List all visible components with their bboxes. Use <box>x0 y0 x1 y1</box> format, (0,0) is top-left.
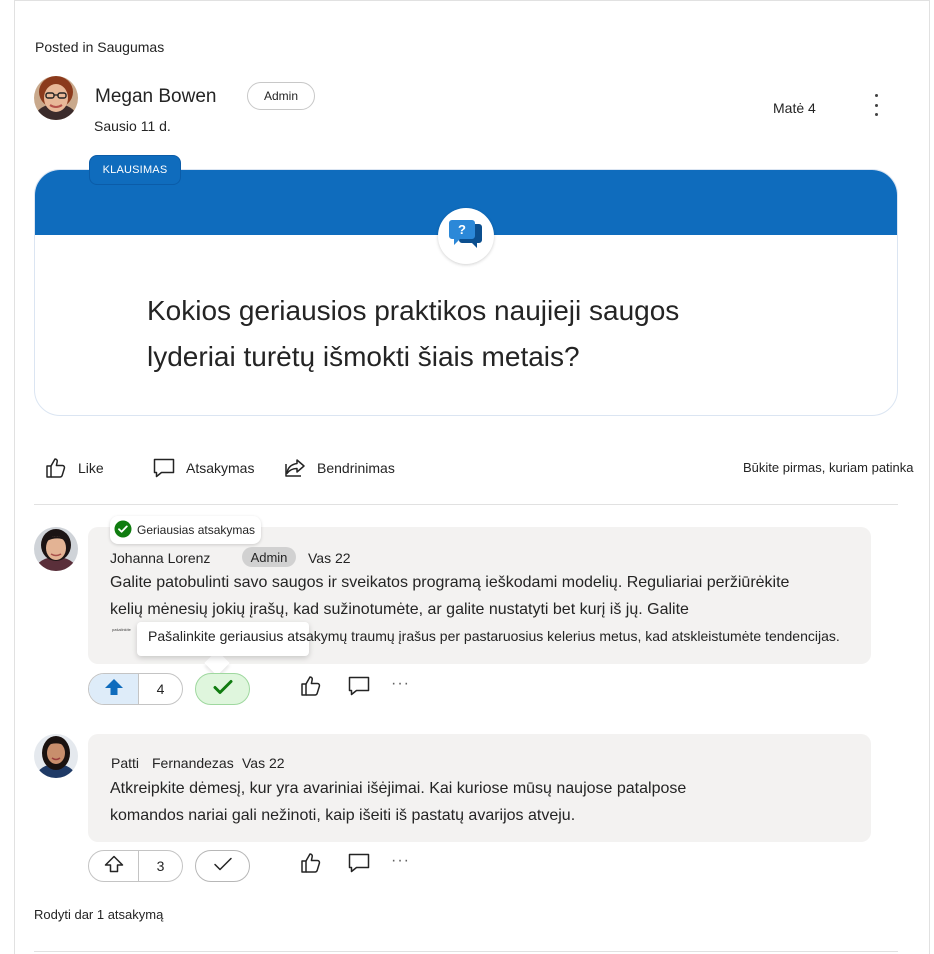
divider <box>34 951 898 952</box>
reply-author-last[interactable]: Fernandezas <box>152 755 234 771</box>
reply-label: Atsakymas <box>186 460 255 476</box>
divider <box>34 504 898 505</box>
reply-text-line: Galite patobulinti savo saugos ir sveika… <box>110 574 790 591</box>
tooltip-small-text: pašalinkite <box>112 627 131 632</box>
likes-summary[interactable]: Būkite pirmas, kuriam patinka <box>743 460 914 475</box>
vote-control: 4 <box>88 673 183 705</box>
role-badge: Admin <box>247 82 315 110</box>
reply-author[interactable]: Johanna Lorenz <box>110 550 210 566</box>
like-button[interactable]: Like <box>44 450 104 486</box>
seen-count[interactable]: Matė 4 <box>773 100 816 116</box>
like-icon <box>299 674 323 703</box>
more-options-button[interactable]: ··· <box>391 675 410 693</box>
share-button[interactable]: Bendrinimas <box>283 450 395 486</box>
vote-count: 4 <box>156 681 165 697</box>
show-more-replies-link[interactable]: Rodyti dar 1 atsakymą <box>34 907 163 922</box>
comment-icon <box>152 456 176 480</box>
comment-icon <box>347 851 371 880</box>
more-vertical-icon[interactable] <box>866 92 886 118</box>
upvote-icon <box>104 678 124 701</box>
share-label: Bendrinimas <box>317 460 395 476</box>
question-icon-badge: ? <box>438 208 494 264</box>
avatar[interactable] <box>34 527 78 571</box>
reply-author-first[interactable]: Patti <box>111 755 139 771</box>
reply-date: Vas 22 <box>308 550 351 566</box>
posted-in: Posted in Saugumas <box>35 39 165 55</box>
share-icon <box>283 456 307 480</box>
comment-icon <box>347 674 371 703</box>
like-button[interactable] <box>297 851 325 879</box>
like-icon <box>299 851 323 880</box>
vote-count: 3 <box>156 858 165 874</box>
accept-answer-button[interactable] <box>195 673 250 705</box>
reply-button[interactable] <box>345 851 373 879</box>
reply-date: Vas 22 <box>242 755 285 771</box>
upvote-button[interactable] <box>89 674 139 704</box>
question-tag: KLAUSIMAS <box>89 155 181 185</box>
upvote-button[interactable] <box>89 851 139 881</box>
accept-answer-button[interactable] <box>195 850 250 882</box>
like-button[interactable] <box>297 674 325 702</box>
svg-text:?: ? <box>458 222 466 237</box>
checkmark-icon <box>213 856 233 877</box>
avatar[interactable] <box>34 76 78 120</box>
vote-control: 3 <box>88 850 183 882</box>
checkmark-icon <box>213 679 233 700</box>
checkmark-circle-icon <box>114 520 132 541</box>
like-icon <box>44 456 68 480</box>
author-name[interactable]: Megan Bowen <box>95 86 216 108</box>
reply-button[interactable] <box>345 674 373 702</box>
reply-text-line: Atkreipkite dėmesį, kur yra avariniai iš… <box>110 780 687 797</box>
reply-button[interactable]: Atsakymas <box>152 450 254 486</box>
more-options-button[interactable]: ··· <box>391 852 410 870</box>
tooltip-text: Pašalinkite geriausius atsakymų traumų į… <box>148 628 840 644</box>
like-label: Like <box>78 460 104 476</box>
question-icon: ? <box>448 218 484 255</box>
role-badge: Admin <box>242 547 296 567</box>
best-answer-label: Geriausias atsakymas <box>137 523 256 537</box>
reply-text-line: kelių mėnesių jokių įrašų, kad sužinotum… <box>110 601 689 618</box>
question-title: Kokios geriausios praktikos naujieji sau… <box>147 295 680 372</box>
avatar[interactable] <box>34 734 78 778</box>
post-date: Sausio 11 d. <box>94 118 171 134</box>
upvote-icon <box>104 855 124 878</box>
reply-text-line: komandos nariai gali nežinoti, kaip išei… <box>110 807 576 824</box>
best-answer-badge: Geriausias atsakymas <box>110 516 262 544</box>
